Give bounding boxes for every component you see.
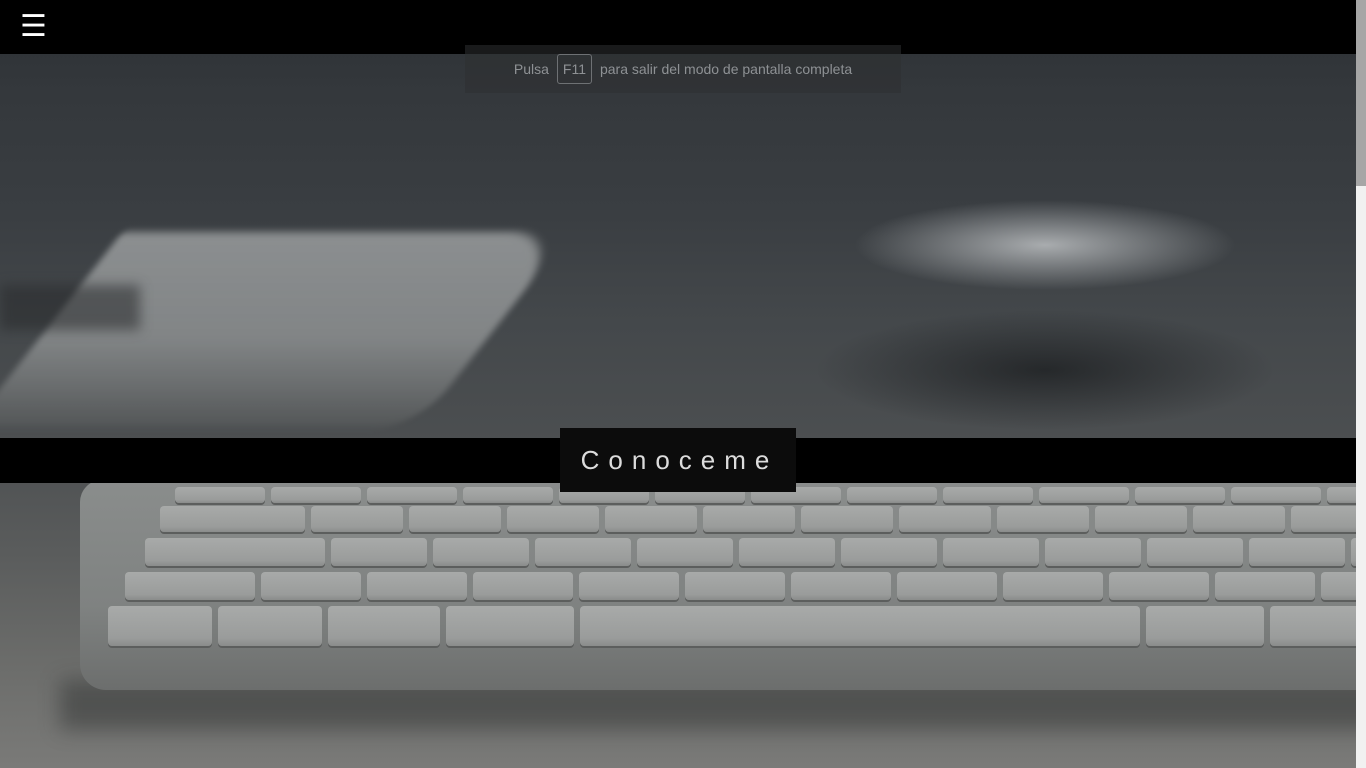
keyboard-key [446, 606, 574, 646]
keyboard-key [108, 606, 212, 646]
keyboard-key [175, 487, 265, 503]
keyboard-key [1291, 506, 1356, 532]
notice-suffix: para salir del modo de pantalla completa [599, 61, 853, 77]
keyboard-key [801, 506, 893, 532]
keyboard-key [1321, 572, 1356, 600]
keyboard-key [473, 572, 573, 600]
keyboard-key [328, 606, 440, 646]
keyboard-key [943, 538, 1039, 566]
keyboard-key [463, 487, 553, 503]
keyboard-key [1003, 572, 1103, 600]
keyboard-key [703, 506, 795, 532]
keyboard-key [637, 538, 733, 566]
keyboard-key [847, 487, 937, 503]
keyboard-key [1147, 538, 1243, 566]
keyboard-key [943, 487, 1033, 503]
keyboard-key [409, 506, 501, 532]
conoceme-button[interactable]: Conoceme [560, 428, 796, 492]
keyboard-key [1045, 538, 1141, 566]
laptop-keys-image [0, 285, 140, 330]
keyboard-key [311, 506, 403, 532]
keyboard-key [1193, 506, 1285, 532]
keyboard-key [1215, 572, 1315, 600]
keyboard-key [580, 606, 1140, 646]
keyboard-key [1231, 487, 1321, 503]
keyboard-key [125, 572, 255, 600]
keyboard-key [1135, 487, 1225, 503]
keyboard-key [507, 506, 599, 532]
keyboard-key [579, 572, 679, 600]
keyboard-key [1095, 506, 1187, 532]
hero-background-image [0, 0, 1356, 768]
keyboard-key [145, 538, 325, 566]
keyboard-key [261, 572, 361, 600]
keyboard-key [367, 487, 457, 503]
keyboard-key [367, 572, 467, 600]
keyboard-key-row [108, 606, 1356, 646]
keyboard-key [218, 606, 322, 646]
keyboard-key [1327, 487, 1356, 503]
keyboard-key [1270, 606, 1356, 646]
keyboard-key [1039, 487, 1129, 503]
f11-key-hint: F11 [556, 54, 592, 84]
keyboard-key-row [145, 538, 1356, 566]
keyboard-key [331, 538, 427, 566]
keyboard-key-row [160, 506, 1356, 532]
keyboard-key [739, 538, 835, 566]
keyboard-key [605, 506, 697, 532]
keyboard-key [1249, 538, 1345, 566]
keyboard-key [897, 572, 997, 600]
keyboard-key [685, 572, 785, 600]
hamburger-menu-icon[interactable]: ☰ [20, 8, 48, 46]
keyboard-key [1146, 606, 1264, 646]
notice-prefix: Pulsa [513, 61, 549, 77]
keyboard-key [160, 506, 305, 532]
keyboard-key [433, 538, 529, 566]
keyboard-key-row [125, 572, 1356, 600]
keyboard-key [841, 538, 937, 566]
keyboard-key [535, 538, 631, 566]
fullscreen-exit-notice: Pulsa F11 para salir del modo de pantall… [465, 45, 901, 93]
keyboard-key [271, 487, 361, 503]
keyboard-key [1109, 572, 1209, 600]
keyboard-key [899, 506, 991, 532]
keyboard-key [791, 572, 891, 600]
keyboard-key [997, 506, 1089, 532]
scrollbar-thumb[interactable] [1356, 0, 1366, 186]
